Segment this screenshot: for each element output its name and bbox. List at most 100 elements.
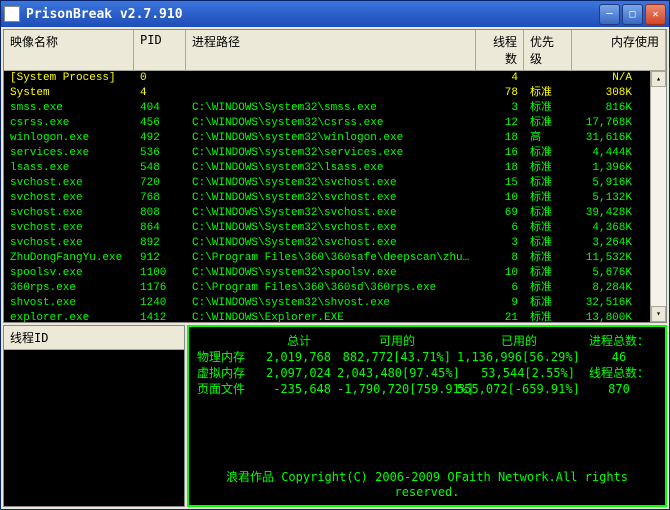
bottom-area: 线程ID 总计 可用的 已用的 物理内存 2,019,768 882,772[4… bbox=[3, 325, 667, 507]
stats-virt-used: 53,544[2.55%] bbox=[457, 366, 581, 380]
cell-c-mem: 4,444K bbox=[572, 146, 638, 161]
maximize-button[interactable]: □ bbox=[622, 4, 643, 25]
cell-c-priority: 标准 bbox=[524, 101, 572, 116]
cell-c-name: svchost.exe bbox=[4, 206, 134, 221]
cell-c-name: svchost.exe bbox=[4, 236, 134, 251]
thread-body[interactable] bbox=[4, 350, 184, 506]
close-button[interactable]: ✕ bbox=[645, 4, 666, 25]
cell-c-pid: 536 bbox=[134, 146, 186, 161]
process-row[interactable]: svchost.exe720C:\WINDOWS\system32\svchos… bbox=[4, 176, 650, 191]
cell-c-path: C:\Program Files\360\360sd\360rps.exe bbox=[186, 281, 476, 296]
process-row[interactable]: winlogon.exe492C:\WINDOWS\system32\winlo… bbox=[4, 131, 650, 146]
process-row[interactable]: lsass.exe548C:\WINDOWS\system32\lsass.ex… bbox=[4, 161, 650, 176]
process-row[interactable]: svchost.exe892C:\WINDOWS\System32\svchos… bbox=[4, 236, 650, 251]
process-row[interactable]: svchost.exe864C:\WINDOWS\System32\svchos… bbox=[4, 221, 650, 236]
cell-c-threads: 15 bbox=[476, 176, 524, 191]
process-row[interactable]: csrss.exe456C:\WINDOWS\system32\csrss.ex… bbox=[4, 116, 650, 131]
cell-c-path: C:\WINDOWS\system32\spoolsv.exe bbox=[186, 266, 476, 281]
proc-count-label: 进程总数： bbox=[581, 333, 657, 349]
process-row[interactable]: ZhuDongFangYu.exe912C:\Program Files\360… bbox=[4, 251, 650, 266]
cell-c-pid: 456 bbox=[134, 116, 186, 131]
cell-c-mem: 5,916K bbox=[572, 176, 638, 191]
cell-c-path: C:\Program Files\360\360safe\deepscan\zh… bbox=[186, 251, 476, 266]
cell-c-path: C:\WINDOWS\System32\smss.exe bbox=[186, 101, 476, 116]
cell-c-threads: 16 bbox=[476, 146, 524, 161]
process-scrollbar[interactable]: ▴ ▾ bbox=[650, 71, 666, 322]
stats-col-used: 已用的 bbox=[457, 332, 581, 349]
process-row[interactable]: services.exe536C:\WINDOWS\system32\servi… bbox=[4, 146, 650, 161]
cell-c-threads: 12 bbox=[476, 116, 524, 131]
cell-c-path: C:\WINDOWS\system32\shvost.exe bbox=[186, 296, 476, 311]
process-row[interactable]: [System Process]04N/A bbox=[4, 71, 650, 86]
process-row[interactable]: spoolsv.exe1100C:\WINDOWS\system32\spool… bbox=[4, 266, 650, 281]
cell-c-threads: 10 bbox=[476, 191, 524, 206]
cell-c-priority: 标准 bbox=[524, 176, 572, 191]
cell-c-threads: 8 bbox=[476, 251, 524, 266]
process-row[interactable]: smss.exe404C:\WINDOWS\System32\smss.exe3… bbox=[4, 101, 650, 116]
proc-count-value: 46 bbox=[581, 349, 657, 365]
cell-c-pid: 548 bbox=[134, 161, 186, 176]
cell-c-pid: 0 bbox=[134, 71, 186, 86]
scroll-up-button[interactable]: ▴ bbox=[651, 71, 666, 87]
cell-c-threads: 3 bbox=[476, 236, 524, 251]
thread-count-value: 870 bbox=[581, 381, 657, 397]
process-row[interactable]: System478标准308K bbox=[4, 86, 650, 101]
cell-c-priority: 高 bbox=[524, 131, 572, 146]
process-row[interactable]: 360rps.exe1176C:\Program Files\360\360sd… bbox=[4, 281, 650, 296]
cell-c-name: lsass.exe bbox=[4, 161, 134, 176]
stats-phys-total: 2,019,768 bbox=[261, 350, 337, 364]
stats-virt-total: 2,097,024 bbox=[261, 366, 337, 380]
process-row[interactable]: svchost.exe768C:\WINDOWS\system32\svchos… bbox=[4, 191, 650, 206]
stats-phys-used: 1,136,996[56.29%] bbox=[457, 350, 581, 364]
cell-c-pid: 892 bbox=[134, 236, 186, 251]
cell-c-pid: 1100 bbox=[134, 266, 186, 281]
cell-c-name: shvost.exe bbox=[4, 296, 134, 311]
cell-c-priority: 标准 bbox=[524, 266, 572, 281]
cell-c-threads: 18 bbox=[476, 131, 524, 146]
process-list-body[interactable]: [System Process]04N/ASystem478标准308Ksmss… bbox=[4, 71, 650, 322]
cell-c-pid: 404 bbox=[134, 101, 186, 116]
scroll-down-button[interactable]: ▾ bbox=[651, 306, 666, 322]
app-window: PrisonBreak v2.7.910 ─ □ ✕ 映像名称 PID 进程路径… bbox=[0, 0, 670, 510]
titlebar[interactable]: PrisonBreak v2.7.910 ─ □ ✕ bbox=[1, 1, 669, 27]
stats-page-avail: -1,790,720[759.91%] bbox=[337, 382, 457, 396]
cell-c-path: C:\WINDOWS\system32\svchost.exe bbox=[186, 191, 476, 206]
cell-c-path: C:\WINDOWS\System32\svchost.exe bbox=[186, 206, 476, 221]
cell-c-mem: 4,368K bbox=[572, 221, 638, 236]
cell-c-name: 360rps.exe bbox=[4, 281, 134, 296]
col-name[interactable]: 映像名称 bbox=[4, 30, 134, 70]
cell-c-threads: 3 bbox=[476, 101, 524, 116]
cell-c-priority: 标准 bbox=[524, 146, 572, 161]
stats-row-virt-label: 虚拟内存 bbox=[197, 364, 261, 381]
thread-panel: 线程ID bbox=[3, 325, 185, 507]
cell-c-path: C:\WINDOWS\system32\services.exe bbox=[186, 146, 476, 161]
stats-page-used: 555,072[-659.91%] bbox=[457, 382, 581, 396]
thread-header[interactable]: 线程ID bbox=[4, 326, 184, 350]
cell-c-mem: 5,132K bbox=[572, 191, 638, 206]
col-path[interactable]: 进程路径 bbox=[186, 30, 476, 70]
minimize-button[interactable]: ─ bbox=[599, 4, 620, 25]
cell-c-priority: 标准 bbox=[524, 296, 572, 311]
stats-panel: 总计 可用的 已用的 物理内存 2,019,768 882,772[43.71%… bbox=[187, 325, 667, 507]
cell-c-pid: 768 bbox=[134, 191, 186, 206]
col-mem[interactable]: 内存使用 bbox=[572, 30, 666, 70]
cell-c-threads: 18 bbox=[476, 161, 524, 176]
col-threads[interactable]: 线程数 bbox=[476, 30, 524, 70]
col-priority[interactable]: 优先级 bbox=[524, 30, 572, 70]
col-pid[interactable]: PID bbox=[134, 30, 186, 70]
process-row[interactable]: shvost.exe1240C:\WINDOWS\system32\shvost… bbox=[4, 296, 650, 311]
process-list-panel: 映像名称 PID 进程路径 线程数 优先级 内存使用 [System Proce… bbox=[3, 29, 667, 323]
cell-c-name: winlogon.exe bbox=[4, 131, 134, 146]
cell-c-name: svchost.exe bbox=[4, 191, 134, 206]
cell-c-priority bbox=[524, 71, 572, 86]
cell-c-threads: 78 bbox=[476, 86, 524, 101]
cell-c-pid: 4 bbox=[134, 86, 186, 101]
cell-c-path: C:\WINDOWS\System32\svchost.exe bbox=[186, 236, 476, 251]
process-row[interactable]: svchost.exe808C:\WINDOWS\System32\svchos… bbox=[4, 206, 650, 221]
scroll-track[interactable] bbox=[651, 87, 666, 306]
cell-c-pid: 1412 bbox=[134, 311, 186, 322]
process-row[interactable]: explorer.exe1412C:\WINDOWS\Explorer.EXE2… bbox=[4, 311, 650, 322]
cell-c-priority: 标准 bbox=[524, 86, 572, 101]
cell-c-path: C:\WINDOWS\system32\svchost.exe bbox=[186, 176, 476, 191]
cell-c-path: C:\WINDOWS\system32\csrss.exe bbox=[186, 116, 476, 131]
